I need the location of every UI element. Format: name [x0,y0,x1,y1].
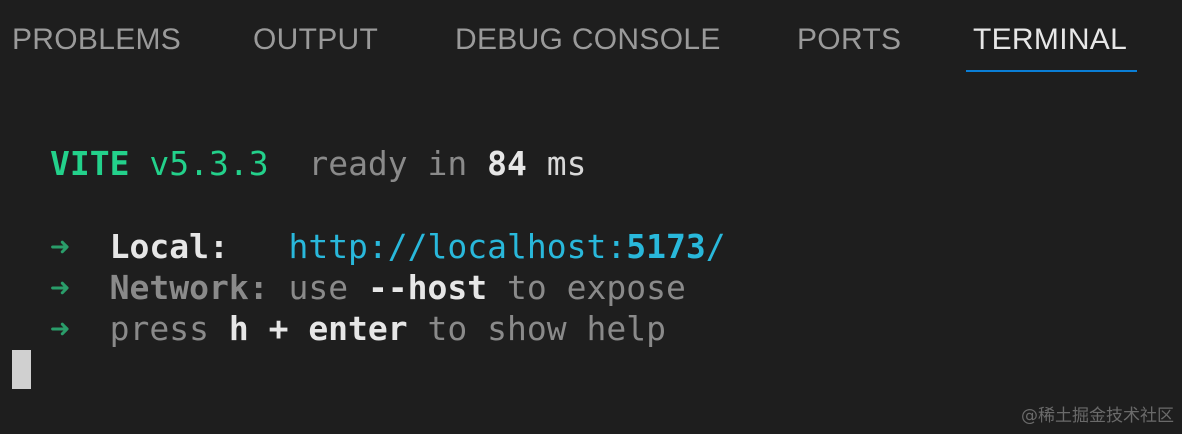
help-line: ➜ press h + enter to show help [50,309,666,349]
help-text-show: to show help [427,309,666,348]
ready-text: ready in [308,144,468,183]
terminal-panel: PROBLEMS OUTPUT DEBUG CONSOLE PORTS TERM… [0,0,1182,434]
watermark: @稀土掘金技术社区 [1021,406,1174,426]
network-host-flag: --host [367,268,488,307]
terminal-output[interactable]: VITE v5.3.3 ready in 84 ms ➜ Local: http… [0,80,1182,434]
help-key: h + enter [228,309,408,348]
arrow-icon: ➜ [50,268,70,307]
local-label: Local: [109,227,229,266]
arrow-icon: ➜ [50,227,70,266]
tab-debug-console[interactable]: DEBUG CONSOLE [455,20,721,60]
network-line: ➜ Network: use --host to expose [50,268,686,308]
local-port: 5173 [626,227,706,266]
tab-ports[interactable]: PORTS [797,20,901,60]
vite-version: v5.3.3 [149,144,269,183]
arrow-icon: ➜ [50,309,70,348]
panel-tab-bar: PROBLEMS OUTPUT DEBUG CONSOLE PORTS TERM… [0,0,1182,76]
help-text-press: press [109,309,209,348]
network-text-expose: to expose [507,268,686,307]
tab-output[interactable]: OUTPUT [253,20,378,60]
vite-brand: VITE [50,144,130,183]
tab-problems[interactable]: PROBLEMS [12,20,181,60]
network-label: Network: [109,268,269,307]
ready-time-value: 84 [487,144,527,183]
ready-time-unit: ms [546,144,587,183]
vite-ready-line: VITE v5.3.3 ready in 84 ms [50,144,587,184]
local-url-line: ➜ Local: http://localhost:5173/ [50,227,726,267]
tab-terminal[interactable]: TERMINAL [973,20,1127,60]
terminal-cursor [12,350,31,389]
local-url-link[interactable]: http://localhost:5173/ [288,227,725,266]
network-text-use: use [288,268,349,307]
active-tab-indicator [966,70,1137,72]
